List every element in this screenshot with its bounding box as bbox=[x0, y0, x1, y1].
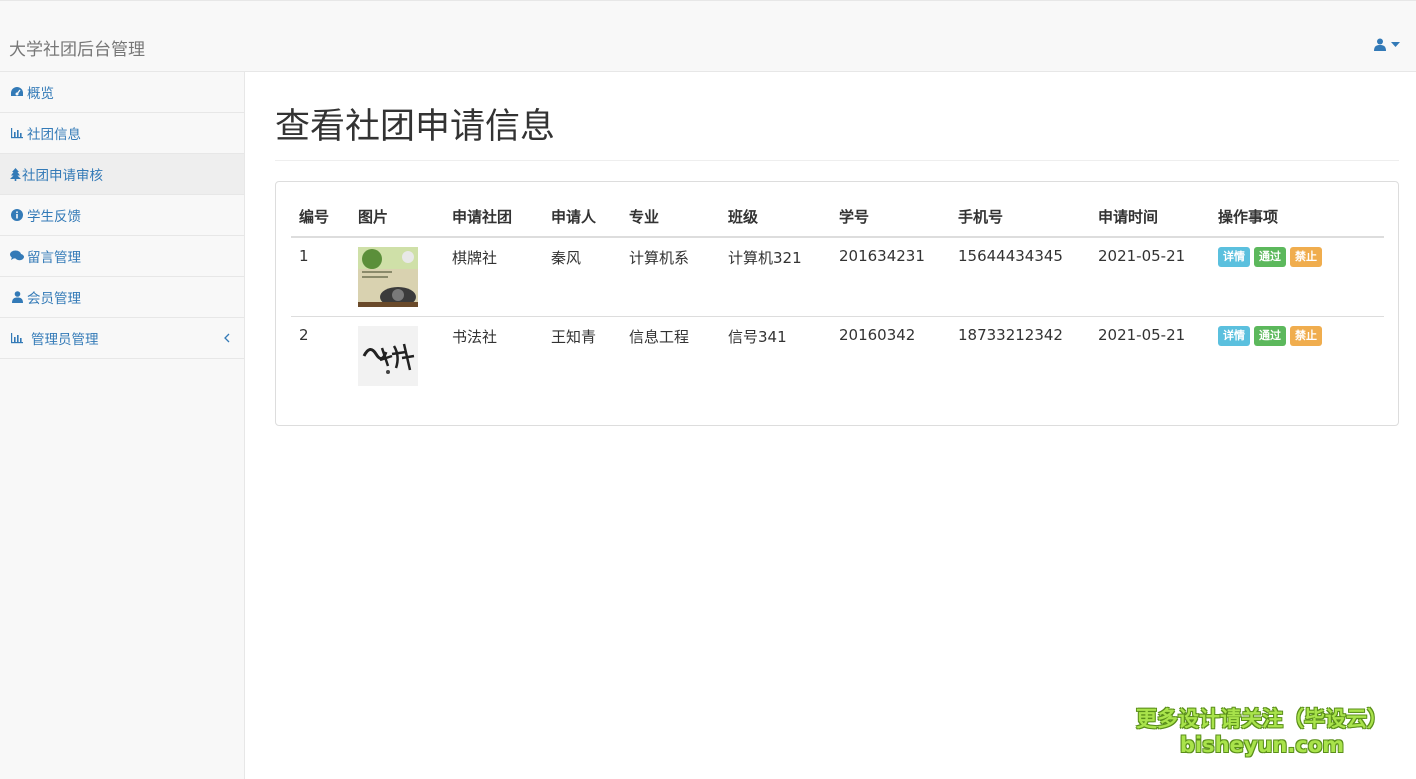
cell-id: 2 bbox=[291, 316, 350, 395]
chevron-left-icon[interactable] bbox=[224, 331, 230, 347]
table-row: 2 书法社 王知青 信息工程 信号341 20160342 1873321234… bbox=[291, 316, 1384, 395]
column-header-applicant: 申请人 bbox=[543, 197, 621, 238]
brand-title[interactable]: 大学社团后台管理 bbox=[9, 35, 145, 60]
cell-club: 棋牌社 bbox=[452, 249, 498, 267]
sidebar-item-members[interactable]: 会员管理 bbox=[0, 277, 244, 318]
sidebar-item-overview[interactable]: 概览 bbox=[0, 72, 244, 113]
cell-class: 信号341 bbox=[720, 316, 831, 395]
column-header-class: 班级 bbox=[720, 197, 831, 238]
cell-phone: 15644434345 bbox=[958, 247, 1063, 265]
cell-applicant: 秦风 bbox=[551, 249, 582, 267]
sidebar-item-messages[interactable]: 留言管理 bbox=[0, 236, 244, 277]
sidebar-item-club-info[interactable]: 社团信息 bbox=[0, 113, 244, 154]
detail-button[interactable]: 详情 bbox=[1218, 326, 1250, 346]
info-circle-icon bbox=[10, 208, 24, 222]
table-header-row: 编号 图片 申请社团 申请人 专业 班级 学号 手机号 申请时间 操作事项 bbox=[291, 197, 1384, 238]
watermark-line1: 更多设计请关注（毕设云） bbox=[1136, 707, 1388, 731]
cell-phone: 18733212342 bbox=[950, 316, 1090, 395]
comments-icon bbox=[10, 249, 24, 263]
cell-class: 计算机321 bbox=[728, 249, 802, 267]
sidebar-item-club-application-review[interactable]: 社团申请审核 bbox=[0, 154, 244, 195]
caret-down-icon bbox=[1391, 41, 1400, 48]
dashboard-icon bbox=[10, 85, 24, 99]
table-row: 1 棋牌社 秦风 计算机系 计算机321 201634231 156444343… bbox=[291, 237, 1384, 317]
approve-button[interactable]: 通过 bbox=[1254, 247, 1286, 267]
sidebar-item-label: 社团信息 bbox=[27, 127, 81, 143]
sidebar: 概览 社团信息 社团申请审核 学生反馈 留言管理 会员管理 管理员管理 bbox=[0, 72, 245, 779]
club-thumbnail-image[interactable] bbox=[358, 247, 418, 307]
approve-button[interactable]: 通过 bbox=[1254, 326, 1286, 346]
cell-date: 2021-05-21 bbox=[1090, 316, 1210, 395]
column-header-phone: 手机号 bbox=[950, 197, 1090, 238]
cell-actions: 详情 通过 禁止 bbox=[1210, 316, 1384, 395]
column-header-image: 图片 bbox=[350, 197, 444, 238]
sidebar-item-label: 会员管理 bbox=[27, 291, 81, 307]
column-header-student-no: 学号 bbox=[831, 197, 950, 238]
sidebar-item-label: 学生反馈 bbox=[27, 209, 81, 225]
cell-major: 信息工程 bbox=[621, 316, 720, 395]
column-header-id: 编号 bbox=[291, 197, 350, 238]
page-title: 查看社团申请信息 bbox=[275, 107, 556, 147]
cell-actions: 详情 通过 禁止 bbox=[1210, 237, 1384, 317]
sidebar-item-label: 留言管理 bbox=[27, 250, 81, 266]
club-thumbnail-image[interactable] bbox=[358, 326, 418, 386]
sidebar-item-student-feedback[interactable]: 学生反馈 bbox=[0, 195, 244, 236]
sidebar-item-label: 社团申请审核 bbox=[22, 168, 103, 184]
cell-image bbox=[350, 316, 444, 395]
ban-button[interactable]: 禁止 bbox=[1290, 326, 1322, 346]
title-divider bbox=[275, 160, 1399, 161]
cell-image bbox=[350, 237, 444, 317]
user-icon bbox=[10, 290, 24, 304]
applications-table: 编号 图片 申请社团 申请人 专业 班级 学号 手机号 申请时间 操作事项 1 bbox=[291, 197, 1384, 395]
applications-panel: 编号 图片 申请社团 申请人 专业 班级 学号 手机号 申请时间 操作事项 1 bbox=[275, 181, 1399, 426]
cell-date: 2021-05-21 bbox=[1098, 247, 1186, 265]
watermark-line2: bisheyun.com bbox=[1179, 733, 1345, 757]
sidebar-item-label: 概览 bbox=[27, 86, 54, 102]
cell-student-no: 201634231 bbox=[839, 247, 925, 265]
column-header-date: 申请时间 bbox=[1090, 197, 1210, 238]
cell-student-no: 20160342 bbox=[831, 316, 950, 395]
main-content: 查看社团申请信息 编号 图片 申请社团 申请人 专业 班级 学号 手机号 申请时… bbox=[245, 72, 1416, 779]
bar-chart-icon bbox=[10, 331, 24, 345]
cell-major: 计算机系 bbox=[629, 249, 690, 267]
column-header-actions: 操作事项 bbox=[1210, 197, 1384, 238]
column-header-major: 专业 bbox=[621, 197, 720, 238]
cell-id: 1 bbox=[299, 247, 309, 265]
top-navbar: 大学社团后台管理 bbox=[0, 0, 1416, 72]
user-menu-dropdown[interactable] bbox=[1374, 38, 1400, 51]
watermark: 更多设计请关注（毕设云） bisheyun.com bbox=[1136, 703, 1388, 757]
cell-club: 书法社 bbox=[444, 316, 543, 395]
detail-button[interactable]: 详情 bbox=[1218, 247, 1250, 267]
sidebar-item-admin-management[interactable]: 管理员管理 bbox=[0, 318, 244, 359]
column-header-club: 申请社团 bbox=[444, 197, 543, 238]
user-icon bbox=[1374, 38, 1386, 51]
cell-applicant: 王知青 bbox=[543, 316, 621, 395]
bar-chart-icon bbox=[10, 126, 24, 140]
sidebar-item-label: 管理员管理 bbox=[31, 332, 99, 348]
ban-button[interactable]: 禁止 bbox=[1290, 247, 1322, 267]
tree-icon bbox=[10, 167, 21, 181]
